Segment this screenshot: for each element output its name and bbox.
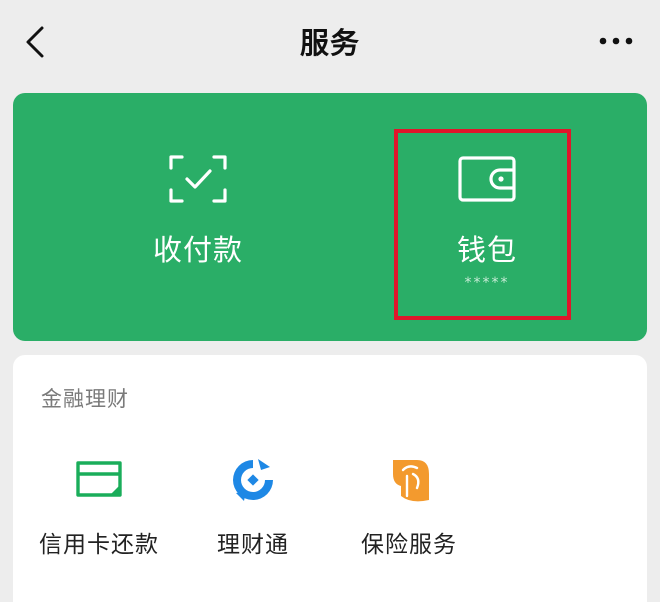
more-horizontal-icon [599,37,633,45]
insurance-icon [393,460,429,502]
more-button[interactable] [596,26,636,56]
finance-section: 金融理财 信用卡还款 理财通 保险服务 [13,355,647,602]
credit-card-icon [76,461,122,497]
pay-wallet-panel: 收付款 钱包 ***** [13,93,647,341]
licaitong-icon [233,459,273,501]
wallet-balance-masked: ***** [464,275,510,291]
pay-receive-tile[interactable]: 收付款 [98,93,298,341]
section-title: 金融理财 [41,387,129,411]
pay-receive-label: 收付款 [152,233,243,267]
wallet-tile[interactable]: 钱包 ***** [387,93,587,341]
insurance-service-item[interactable]: 保险服务 [359,455,459,559]
licaitong-label: 理财通 [217,532,289,558]
wallet-label: 钱包 [456,233,517,267]
top-bar: 服务 [0,0,660,84]
scan-check-icon [169,155,227,203]
licaitong-item[interactable]: 理财通 [203,455,303,559]
credit-card-repayment-label: 信用卡还款 [39,532,159,558]
page-title: 服务 [299,26,360,60]
wallet-icon [458,156,516,202]
credit-card-repayment-item[interactable]: 信用卡还款 [39,455,159,559]
insurance-service-label: 保险服务 [361,532,457,558]
